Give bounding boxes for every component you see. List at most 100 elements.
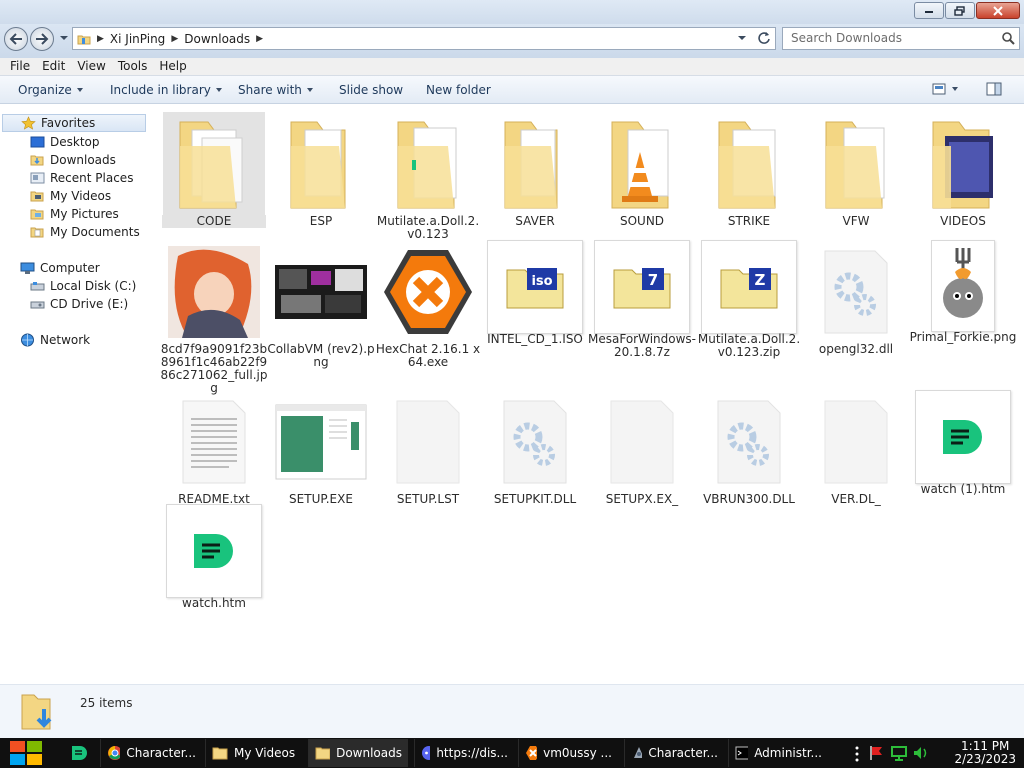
file-item[interactable]: 8cd7f9a9091f23b8961f1c46ab22f986c271062_… <box>161 240 267 395</box>
breadcrumb-user[interactable]: Xi JinPing <box>110 32 165 46</box>
nav-network[interactable]: Network <box>20 331 90 349</box>
volume-icon[interactable] <box>912 745 930 761</box>
file-item[interactable]: Primal_Forkie.png <box>910 240 1016 344</box>
installer-window-icon <box>270 390 372 494</box>
taskbar-task[interactable]: Administr... <box>728 739 828 767</box>
back-arrow-icon <box>9 33 22 45</box>
search-icon[interactable] <box>1001 31 1015 45</box>
file-name: CODE <box>162 215 266 228</box>
breadcrumb-separator[interactable]: ▶ <box>97 34 104 44</box>
address-history-chevron-icon[interactable] <box>737 34 747 42</box>
file-item[interactable]: SOUND <box>591 112 693 228</box>
file-item[interactable]: iso INTEL_CD_1.ISO <box>484 240 586 346</box>
file-item[interactable]: watch (1).htm <box>912 390 1014 496</box>
nav-desktop[interactable]: Desktop <box>30 133 100 151</box>
file-name: VBRUN300.DLL <box>703 492 795 506</box>
nav-local-disk[interactable]: Local Disk (C:) <box>30 277 136 295</box>
search-input[interactable] <box>783 28 993 48</box>
network-icon <box>21 333 34 347</box>
hexchat-icon <box>377 240 479 344</box>
file-item[interactable]: README.txt <box>163 390 265 506</box>
file-item[interactable]: CODE <box>162 112 266 228</box>
file-item[interactable]: SETUPX.EX_ <box>591 390 693 506</box>
star-icon <box>21 116 36 130</box>
breadcrumb-separator[interactable]: ▶ <box>171 34 178 44</box>
nav-cd-drive[interactable]: CD Drive (E:) <box>30 295 128 313</box>
restore-button[interactable] <box>945 2 975 19</box>
file-item[interactable]: VFW <box>805 112 907 228</box>
nav-downloads[interactable]: Downloads <box>30 151 116 169</box>
taskbar-task[interactable]: https://dis... <box>414 739 514 767</box>
folder-vlc-icon <box>591 112 693 216</box>
breadcrumb-downloads[interactable]: Downloads <box>184 32 250 46</box>
image-thumbnail <box>163 240 265 344</box>
nav-recent-places[interactable]: Recent Places <box>30 169 133 187</box>
green-chat-icon[interactable] <box>70 744 88 762</box>
menu-file[interactable]: File <box>4 58 36 75</box>
nav-computer[interactable]: Computer <box>20 259 100 277</box>
more-icon[interactable] <box>854 746 860 762</box>
file-name: opengl32.dll <box>818 342 894 356</box>
view-options-icon <box>932 83 946 95</box>
forward-button[interactable] <box>30 27 54 51</box>
file-item[interactable]: CollabVM (rev2).png <box>267 240 375 369</box>
include-in-library-button[interactable]: Include in library <box>110 83 222 97</box>
file-item[interactable]: ESP <box>270 112 372 228</box>
organize-button[interactable]: Organize <box>18 83 83 97</box>
nav-favorites[interactable]: Favorites <box>2 114 146 132</box>
file-item[interactable]: Z Mutilate.a.Doll.2.v0.123.zip <box>698 240 800 359</box>
menu-view[interactable]: View <box>71 58 111 75</box>
nav-recent-places-label: Recent Places <box>50 171 134 185</box>
clock[interactable]: 1:11 PM 2/23/2023 <box>954 740 1016 766</box>
chevron-down-icon <box>306 88 313 92</box>
image-thumbnail <box>931 240 995 332</box>
file-item[interactable]: opengl32.dll <box>805 240 907 356</box>
search-box[interactable] <box>782 27 1020 50</box>
file-item[interactable]: watch.htm <box>163 504 265 610</box>
nav-computer-label: Computer <box>40 261 100 275</box>
share-with-button[interactable]: Share with <box>238 83 313 97</box>
nav-my-videos[interactable]: My Videos <box>30 187 111 205</box>
taskbar-task[interactable]: vm0ussy ... <box>518 739 618 767</box>
nav-my-pictures[interactable]: My Pictures <box>30 205 119 223</box>
slide-show-button[interactable]: Slide show <box>339 83 403 97</box>
pictures-folder-icon <box>30 209 44 220</box>
menu-help[interactable]: Help <box>153 58 192 75</box>
network-status-icon[interactable] <box>890 745 908 761</box>
menu-edit[interactable]: Edit <box>36 58 71 75</box>
file-item[interactable]: SETUP.LST <box>377 390 479 506</box>
nav-cd-drive-label: CD Drive (E:) <box>50 297 129 311</box>
file-item[interactable]: SAVER <box>484 112 586 228</box>
breadcrumb-separator[interactable]: ▶ <box>256 34 263 44</box>
change-view-button[interactable] <box>932 83 958 95</box>
taskbar-task[interactable]: Downloads <box>308 739 408 767</box>
file-item[interactable]: HexChat 2.16.1 x64.exe <box>376 240 480 369</box>
file-item[interactable]: VBRUN300.DLL <box>698 390 800 506</box>
refresh-icon[interactable] <box>757 31 771 45</box>
file-item[interactable]: SETUP.EXE <box>270 390 372 506</box>
taskbar-task-label: vm0ussy ... <box>543 746 612 760</box>
file-name: VER.DL_ <box>831 492 881 506</box>
new-folder-button[interactable]: New folder <box>426 83 491 97</box>
recent-pages-dropdown[interactable] <box>58 32 70 44</box>
menu-tools[interactable]: Tools <box>112 58 154 75</box>
address-bar[interactable]: ▶ Xi JinPing ▶ Downloads ▶ <box>72 27 776 50</box>
start-button[interactable] <box>8 739 44 767</box>
back-button[interactable] <box>4 27 28 51</box>
taskbar-task[interactable]: Character... <box>100 739 202 767</box>
file-item[interactable]: Mutilate.a.Doll.2.v0.123 <box>377 112 479 241</box>
taskbar-task[interactable]: Character... <box>624 739 724 767</box>
taskbar-task[interactable]: My Videos <box>205 739 305 767</box>
nav-my-documents[interactable]: My Documents <box>30 223 140 241</box>
file-item[interactable]: 7 MesaForWindows-20.1.8.7z <box>588 240 696 359</box>
file-item[interactable]: SETUPKIT.DLL <box>484 390 586 506</box>
file-item[interactable]: STRIKE <box>698 112 800 228</box>
flag-icon[interactable] <box>868 745 884 761</box>
file-item[interactable]: VIDEOS <box>912 112 1014 228</box>
file-name: ESP <box>309 214 333 228</box>
file-item[interactable]: VER.DL_ <box>805 390 907 506</box>
minimize-button[interactable] <box>914 2 944 19</box>
preview-pane-icon[interactable] <box>986 82 1002 96</box>
close-button[interactable] <box>976 2 1020 19</box>
hexchat-icon <box>526 746 538 760</box>
